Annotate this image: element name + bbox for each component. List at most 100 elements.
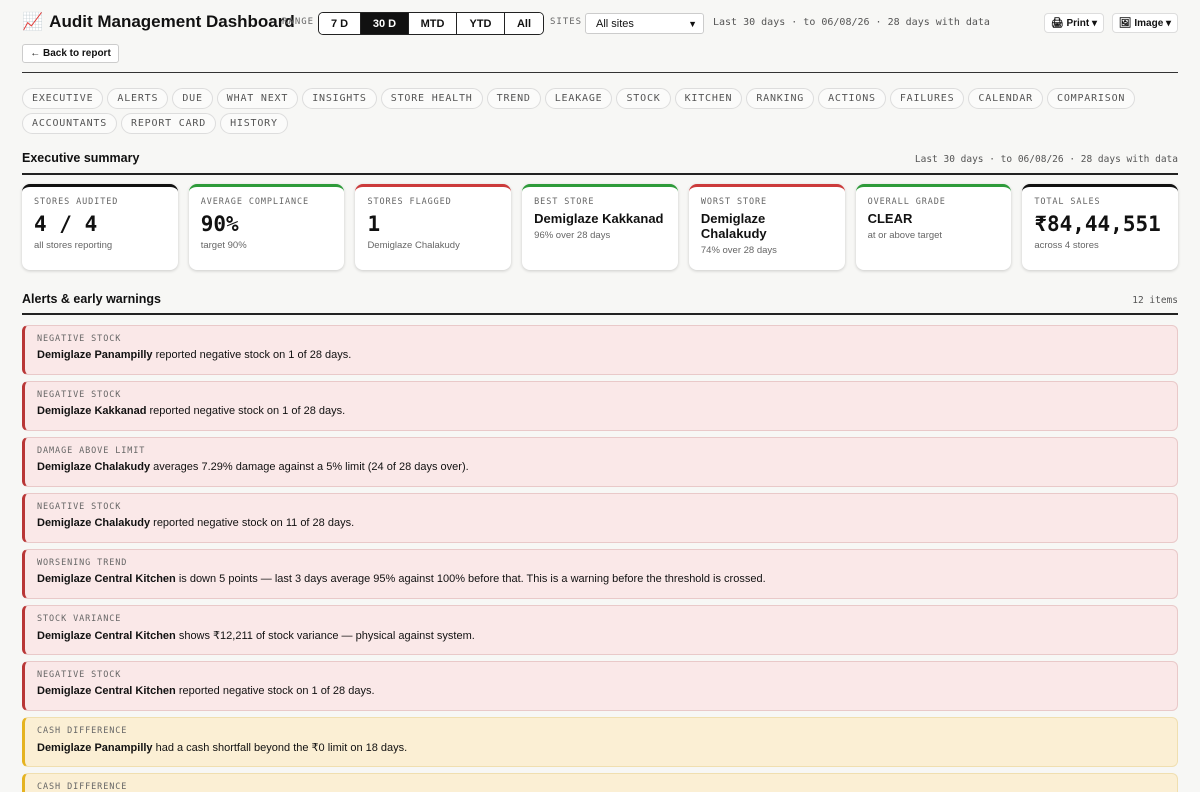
chevron-down-icon: ▼ [688, 18, 697, 29]
kpi-card-worst-store: WORST STORE Demiglaze Chalakudy 74% over 2… [688, 184, 845, 270]
tab-calendar[interactable]: CALENDAR [968, 88, 1043, 109]
kpi-subtext: across 4 stores [1034, 240, 1099, 251]
kpi-value: ₹84,44,551 [1034, 212, 1161, 236]
header-bar: 📈 Audit Management Dashboard RANGE 7 D 3… [22, 12, 1178, 35]
kpi-label: BEST STORE [534, 197, 595, 207]
kpi-label: OVERALL GRADE [867, 197, 946, 207]
back-to-report-button[interactable]: ← Back to report [22, 44, 119, 63]
kpi-label: STORES AUDITED [34, 197, 119, 207]
tab-stock[interactable]: STOCK [616, 88, 671, 109]
alert-message: had a cash shortfall beyond the ₹0 limit… [152, 742, 408, 754]
kpi-label: TOTAL SALES [1034, 197, 1101, 207]
header-divider [22, 72, 1178, 73]
tab-comparison[interactable]: COMPARISON [1047, 88, 1136, 109]
alert-message: shows ₹12,211 of stock variance — physic… [175, 630, 475, 642]
alert-item: NEGATIVE STOCK Demiglaze Panampilly repor… [22, 325, 1178, 375]
alert-item: DAMAGE ABOVE LIMIT Demiglaze Chalakudy av… [22, 437, 1178, 487]
kpi-card-average-compliance: AVERAGE COMPLIANCE 90% target 90% [188, 184, 345, 270]
kpi-subtext: 96% over 28 days [534, 230, 611, 241]
alert-store: Demiglaze Panampilly [37, 349, 153, 361]
tab-trend[interactable]: TREND [486, 88, 541, 109]
alert-text: Demiglaze Chalakudy reported negative st… [37, 517, 1165, 529]
tab-ranking[interactable]: RANKING [746, 88, 815, 109]
tab-report-card[interactable]: REPORT CARD [121, 113, 217, 134]
kpi-value: 1 [367, 212, 381, 236]
alert-store: Demiglaze Central Kitchen [37, 685, 176, 697]
tab-accountants[interactable]: ACCOUNTANTS [22, 113, 118, 134]
sites-label: SITES [550, 17, 583, 27]
alert-item: WORSENING TREND Demiglaze Central Kitchen… [22, 549, 1178, 599]
alert-item: NEGATIVE STOCK Demiglaze Kakkanad reporte… [22, 381, 1178, 431]
tab-failures[interactable]: FAILURES [889, 88, 965, 109]
kpi-value: 90% [200, 212, 239, 236]
kpi-label: WORST STORE [700, 197, 768, 207]
page-title: 📈 Audit Management Dashboard [22, 12, 295, 32]
tab-history[interactable]: HISTORY [220, 113, 288, 134]
tab-what-next[interactable]: WHAT NEXT [216, 88, 299, 109]
alert-text: Demiglaze Chalakudy averages 7.29% damag… [37, 461, 1165, 473]
alerts-title: Alerts & early warnings [22, 292, 161, 306]
tab-due[interactable]: DUE [172, 88, 213, 109]
alert-type: STOCK VARIANCE [37, 614, 122, 624]
tab-kitchen[interactable]: KITCHEN [674, 88, 743, 109]
range-selector: 7 D 30 D MTD YTD All [318, 12, 544, 35]
print-button[interactable]: 🖨 Print ▾ [1044, 13, 1104, 33]
kpi-value: Demiglaze Kakkanad [534, 211, 664, 226]
alert-message: averages 7.29% damage against a 5% limit… [150, 461, 469, 473]
image-button[interactable]: 🖼 Image ▾ [1112, 13, 1178, 33]
sites-select-value: All sites [596, 17, 634, 30]
tab-insights[interactable]: INSIGHTS [302, 88, 377, 109]
kpi-value: Demiglaze Chalakudy [700, 211, 767, 241]
alert-message: is down 5 points — last 3 days average 9… [175, 573, 766, 585]
kpi-card-stores-audited: STORES AUDITED 4 / 4 all stores reporting [22, 184, 178, 270]
kpi-card-total-sales: TOTAL SALES ₹84,44,551 across 4 stores [1022, 184, 1179, 270]
alert-message: reported negative stock on 1 of 28 days. [152, 349, 352, 361]
kpi-value: CLEAR [867, 211, 913, 226]
alert-text: Demiglaze Central Kitchen is down 5 poin… [37, 573, 1165, 585]
range-ytd-button[interactable]: YTD [457, 13, 505, 34]
range-7d-button[interactable]: 7 D [319, 13, 361, 34]
executive-summary-title: Executive summary [22, 151, 140, 165]
kpi-subtext: all stores reporting [34, 240, 113, 251]
tab-actions[interactable]: ACTIONS [818, 88, 886, 109]
alert-message: reported negative stock on 11 of 28 days… [150, 517, 355, 529]
kpi-subtext: target 90% [200, 240, 247, 251]
kpi-subtext: Demiglaze Chalakudy [367, 240, 460, 251]
alert-text: Demiglaze Central Kitchen shows ₹12,211 … [37, 629, 1165, 642]
alert-text: Demiglaze Panampilly had a cash shortfal… [37, 741, 1165, 754]
tab-executive[interactable]: EXECUTIVE [22, 88, 104, 109]
range-30d-button[interactable]: 30 D [361, 13, 409, 34]
alert-item: CASH DIFFERENCE Demiglaze Panampilly had … [22, 717, 1178, 767]
alert-type: CASH DIFFERENCE [37, 726, 128, 736]
alert-type: NEGATIVE STOCK [37, 670, 122, 680]
alert-message: reported negative stock on 1 of 28 days. [175, 685, 375, 697]
alert-store: Demiglaze Panampilly [37, 742, 153, 754]
alert-type: NEGATIVE STOCK [37, 390, 122, 400]
alert-store: Demiglaze Chalakudy [37, 461, 151, 473]
kpi-value: 4 / 4 [34, 212, 98, 236]
tab-alerts[interactable]: ALERTS [107, 88, 169, 109]
kpi-card-overall-grade: OVERALL GRADE CLEAR at or above target [855, 184, 1012, 270]
alerts-count: 12 items [1132, 295, 1178, 306]
tab-store-health[interactable]: STORE HEALTH [380, 88, 483, 109]
range-all-button[interactable]: All [505, 13, 543, 34]
chart-icon: 📈 [22, 12, 44, 31]
alert-type: WORSENING TREND [37, 558, 128, 568]
alert-item: NEGATIVE STOCK Demiglaze Chalakudy report… [22, 493, 1178, 543]
alert-type: DAMAGE ABOVE LIMIT [37, 446, 146, 456]
alert-item: NEGATIVE STOCK Demiglaze Central Kitchen … [22, 661, 1178, 711]
alert-store: Demiglaze Kakkanad [37, 405, 147, 417]
alerts-divider [22, 313, 1178, 315]
kpi-card-best-store: BEST STORE Demiglaze Kakkanad 96% over 28 … [522, 184, 678, 270]
sites-select[interactable]: All sites ▼ [585, 13, 704, 34]
alert-text: Demiglaze Kakkanad reported negative sto… [37, 405, 1165, 417]
range-info: Last 30 days · to 06/08/26 · 28 days wit… [713, 17, 990, 28]
tab-leakage[interactable]: LEAKAGE [544, 88, 613, 109]
alert-message: reported negative stock on 1 of 28 days. [146, 405, 346, 417]
kpi-label: AVERAGE COMPLIANCE [200, 197, 310, 207]
executive-divider [22, 173, 1178, 175]
alert-store: Demiglaze Central Kitchen [37, 573, 176, 585]
range-mtd-button[interactable]: MTD [409, 13, 457, 34]
alert-item: CASH DIFFERENCE [22, 773, 1178, 792]
alert-type: CASH DIFFERENCE [37, 782, 128, 792]
